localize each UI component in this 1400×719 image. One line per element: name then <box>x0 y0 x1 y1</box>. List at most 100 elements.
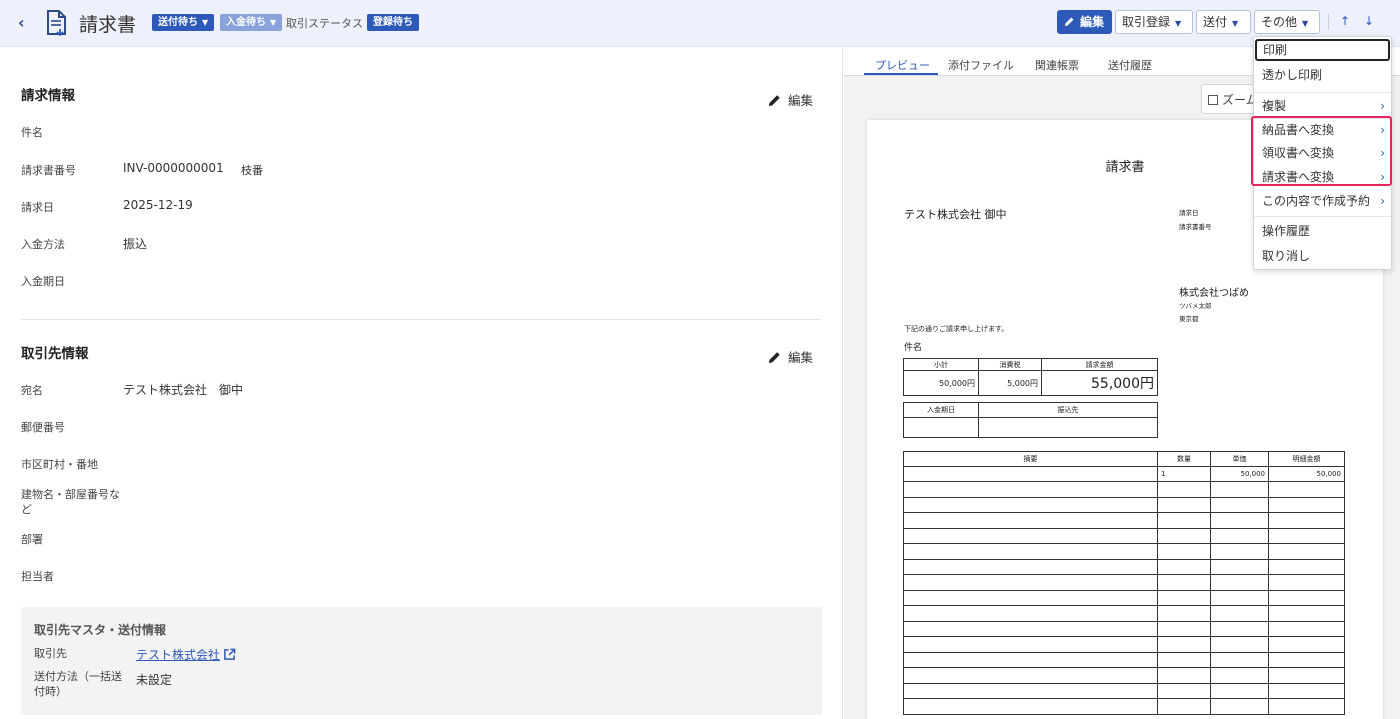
chevron-right-icon: › <box>1380 194 1385 208</box>
department-label: 部署 <box>21 533 43 546</box>
item-table: 摘要 数量 単価 明細金額 1 50,000 50,000 <box>903 451 1345 715</box>
invoice-document-icon <box>47 10 66 37</box>
preview-person: ツバメ太郎 <box>1179 302 1212 310</box>
partner-info-edit-button[interactable]: 編集 <box>767 347 813 366</box>
item-header-description: 摘要 <box>903 451 1158 467</box>
payment-method-label: 入金方法 <box>21 238 65 251</box>
item-quantity-cell: 1 <box>1157 466 1211 482</box>
register-status-badge: 登録待ち <box>367 14 419 31</box>
payment-bank-cell <box>978 417 1158 438</box>
edit-label: 編集 <box>788 93 814 108</box>
addressee-value: テスト株式会社 御中 <box>123 383 244 397</box>
chevron-right-icon: › <box>1380 123 1385 137</box>
summary-header-tax: 消費税 <box>978 358 1042 371</box>
menu-item-label: 領収書へ変換 <box>1262 146 1335 160</box>
tab-send-history[interactable]: 送付履歴 <box>1108 57 1152 73</box>
partner-master-box: 取引先マスタ・送付情報 取引先 テスト株式会社 送付方法（一括送 付時） 未設定 <box>21 607 822 715</box>
payment-header-bank: 振込先 <box>978 402 1158 418</box>
send-method-label-line1: 送付方法（一括送 <box>34 670 122 683</box>
building-label-line1: 建物名・部屋番号な <box>21 488 120 501</box>
partner-label: 取引先 <box>34 647 67 660</box>
menu-divider <box>1254 92 1391 93</box>
table-row <box>903 481 1345 498</box>
arrow-up-icon[interactable]: ↑ <box>1340 14 1350 28</box>
menu-item-label: 複製 <box>1262 99 1287 113</box>
menu-item-watermark-print[interactable]: 透かし印刷 <box>1254 64 1391 86</box>
item-cell <box>903 466 1158 482</box>
invoice-date-label: 請求日 <box>21 201 54 214</box>
active-tab-indicator <box>864 73 938 75</box>
menu-item-operation-history[interactable]: 操作履歴 <box>1254 220 1391 242</box>
tab-related-documents[interactable]: 関連帳票 <box>1035 57 1079 73</box>
edit-label: 編集 <box>788 350 814 365</box>
menu-item-schedule-create[interactable]: この内容で作成予約 › <box>1254 190 1391 212</box>
item-header-unit-price: 単価 <box>1210 451 1269 467</box>
chevron-right-icon: › <box>1380 170 1385 184</box>
other-button[interactable]: その他 ▼ <box>1254 10 1320 34</box>
caret-down-icon: ▼ <box>1175 19 1182 28</box>
chevron-right-icon: › <box>1380 146 1385 160</box>
table-row <box>903 698 1345 715</box>
invoice-info-title: 請求情報 <box>21 88 75 104</box>
partner-master-title: 取引先マスタ・送付情報 <box>34 623 167 637</box>
table-row <box>903 636 1345 653</box>
partner-link[interactable]: テスト株式会社 <box>136 646 236 663</box>
tab-preview[interactable]: プレビュー <box>875 57 930 73</box>
menu-item-label: この内容で作成予約 <box>1262 194 1371 208</box>
summary-total-value: 55,000円 <box>1041 370 1158 396</box>
table-row <box>903 496 1345 513</box>
table-row <box>903 605 1345 622</box>
menu-item-print[interactable]: 印刷 <box>1255 39 1390 61</box>
invoice-number-value: INV-0000000001 <box>123 161 224 175</box>
payment-method-value: 振込 <box>123 237 148 251</box>
payment-status-badge[interactable]: 入金待ち ▼ <box>220 14 283 31</box>
back-icon[interactable]: ‹ <box>18 13 25 32</box>
summary-subtotal-value: 50,000円 <box>903 370 979 396</box>
checkbox-icon[interactable] <box>1208 95 1218 105</box>
zoom-checkbox[interactable]: ズーム <box>1201 84 1261 114</box>
send-button[interactable]: 送付 ▼ <box>1196 10 1251 34</box>
menu-item-convert-invoice[interactable]: 請求書へ変換 › <box>1254 166 1391 188</box>
summary-header-total: 請求金額 <box>1041 358 1158 371</box>
menu-item-convert-delivery[interactable]: 納品書へ変換 › <box>1254 119 1391 141</box>
preview-company: 株式会社つばめ <box>1179 288 1249 299</box>
payment-header-due: 入金期日 <box>903 402 979 418</box>
header-divider <box>1328 14 1329 30</box>
top-header: ‹ 請求書 送付待ち ▼ 入金待ち ▼ 取引ステータス 登録待ち 編集 取引登録 ▼ … <box>0 0 1400 47</box>
table-row <box>903 651 1345 668</box>
invoice-date-value: 2025-12-19 <box>123 198 193 212</box>
menu-item-duplicate[interactable]: 複製 › <box>1254 95 1391 117</box>
table-row <box>903 512 1345 529</box>
preview-city: 東京都 <box>1179 315 1199 323</box>
edit-button[interactable]: 編集 <box>1057 10 1112 34</box>
payment-table: 入金期日 振込先 <box>903 402 1158 438</box>
table-row <box>903 543 1345 560</box>
detail-pane: 請求情報 編集 件名 請求書番号 INV-0000000001 枝番 請求日 2… <box>0 48 843 719</box>
transaction-register-button[interactable]: 取引登録 ▼ <box>1115 10 1193 34</box>
city-label: 市区町村・番地 <box>21 458 98 471</box>
other-dropdown-menu: 印刷 透かし印刷 複製 › 納品書へ変換 › 領収書へ変換 › 請求書へ変換 › この内… <box>1253 36 1392 270</box>
invoice-info-edit-button[interactable]: 編集 <box>767 90 813 109</box>
preview-message: 下記の通りご請求申し上げます。 <box>904 325 1009 333</box>
item-amount-cell: 50,000 <box>1268 466 1345 482</box>
payment-due-cell <box>903 417 979 438</box>
partner-info-title: 取引先情報 <box>21 346 89 362</box>
external-link-icon[interactable] <box>223 648 236 661</box>
menu-divider <box>1254 216 1391 217</box>
caret-down-icon: ▼ <box>1302 19 1309 28</box>
pencil-icon <box>1064 17 1074 27</box>
tab-attachments[interactable]: 添付ファイル <box>948 57 1014 73</box>
table-row <box>903 589 1345 606</box>
menu-item-label: 請求書へ変換 <box>1262 170 1335 184</box>
preview-subject-label: 件名 <box>904 343 923 353</box>
partner-link-text[interactable]: テスト株式会社 <box>136 648 220 662</box>
contact-person-label: 担当者 <box>21 570 54 583</box>
table-row <box>903 682 1345 699</box>
edit-button-label: 編集 <box>1080 15 1105 29</box>
addressee-label: 宛名 <box>21 384 43 397</box>
menu-item-convert-receipt[interactable]: 領収書へ変換 › <box>1254 142 1391 164</box>
menu-item-cancel[interactable]: 取り消し <box>1254 245 1391 267</box>
arrow-down-icon[interactable]: ↓ <box>1364 14 1374 28</box>
send-method-label-line2: 付時） <box>34 685 67 698</box>
send-status-badge[interactable]: 送付待ち ▼ <box>152 14 215 31</box>
